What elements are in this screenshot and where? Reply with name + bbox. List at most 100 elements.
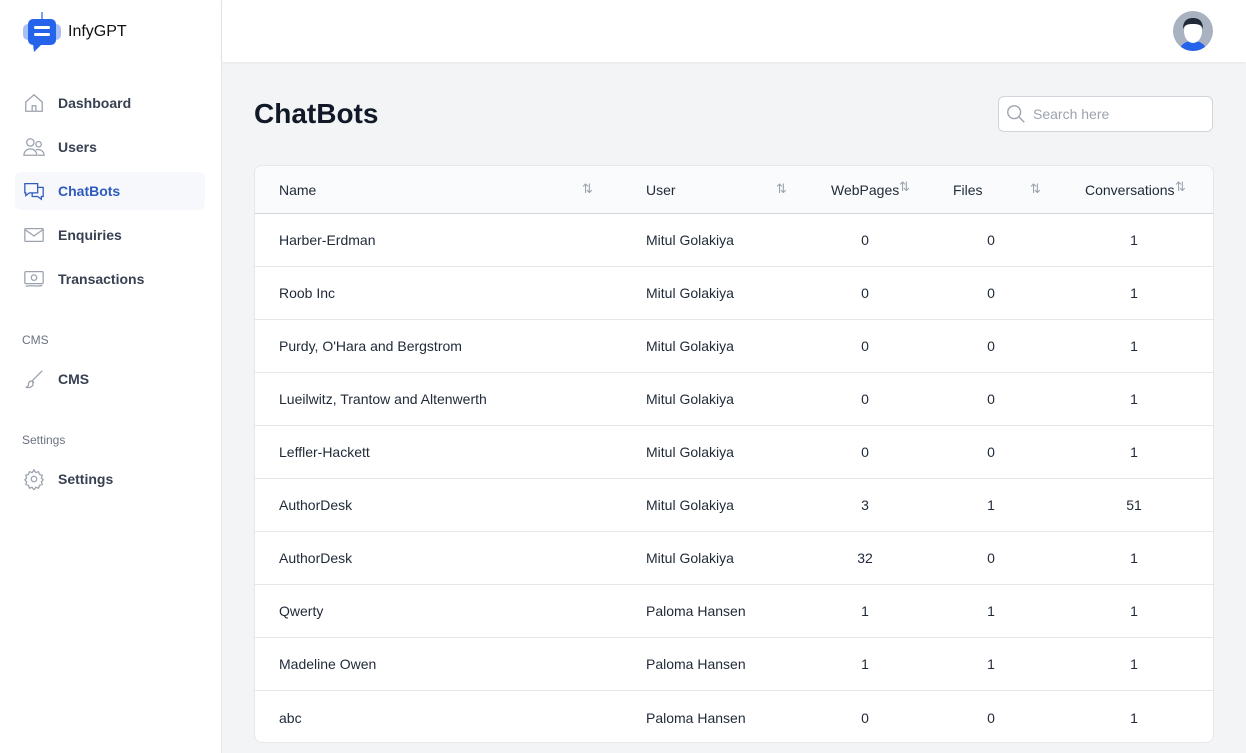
cell-webpages: 32	[857, 550, 873, 566]
cell-user: Paloma Hansen	[646, 603, 746, 619]
users-icon	[23, 138, 45, 156]
cell-webpages: 0	[861, 444, 869, 460]
cell-name: Harber-Erdman	[279, 232, 376, 248]
table-row[interactable]: Harber-Erdman Mitul Golakiya 0 0 1	[255, 214, 1213, 267]
header-user[interactable]: User	[646, 166, 676, 213]
home-icon	[25, 93, 43, 112]
cell-files: 0	[987, 444, 995, 460]
section-label-cms: CMS	[22, 333, 49, 347]
cell-files: 0	[987, 232, 995, 248]
cell-user: Mitul Golakiya	[646, 444, 734, 460]
sidebar-item-settings[interactable]: Settings	[15, 460, 205, 498]
cell-name: AuthorDesk	[279, 550, 353, 566]
brush-icon	[25, 370, 43, 389]
sidebar-item-label: ChatBots	[58, 183, 121, 199]
page-title: ChatBots	[254, 98, 379, 129]
table-row[interactable]: Lueilwitz, Trantow and Altenwerth Mitul G…	[255, 373, 1213, 426]
cell-conversations: 1	[1130, 444, 1138, 460]
cell-conversations: 1	[1130, 603, 1138, 619]
sidebar-item-transactions[interactable]: Transactions	[15, 260, 205, 298]
table-row[interactable]: AuthorDesk Mitul Golakiya 32 0 1	[255, 532, 1213, 585]
cell-files: 0	[987, 338, 995, 354]
table-row[interactable]: Madeline Owen Paloma Hansen 1 1 1	[255, 638, 1213, 691]
cell-files: 0	[987, 391, 995, 407]
table-row[interactable]: Qwerty Paloma Hansen 1 1 1	[255, 585, 1213, 638]
cell-user: Mitul Golakiya	[646, 338, 734, 354]
table-header: Name ⇅ User ⇅ WebPages ⇅ Files ⇅ Convers…	[255, 166, 1213, 214]
robot-logo-icon	[23, 12, 61, 52]
sort-icon[interactable]: ⇅	[582, 181, 593, 197]
cell-conversations: 51	[1126, 497, 1142, 513]
sidebar: InfyGPT Dashboard Users ChatBots Enquiri…	[0, 0, 222, 753]
sidebar-item-label: Transactions	[58, 271, 145, 287]
user-avatar-icon	[1179, 18, 1207, 51]
cell-user: Mitul Golakiya	[646, 550, 734, 566]
cell-files: 1	[987, 603, 995, 619]
search-icon	[1007, 105, 1025, 123]
cell-name: Qwerty	[279, 603, 324, 619]
cell-user: Mitul Golakiya	[646, 232, 734, 248]
cell-name: Lueilwitz, Trantow and Altenwerth	[279, 391, 487, 407]
cell-name: Purdy, O'Hara and Bergstrom	[279, 338, 462, 354]
cell-conversations: 1	[1130, 232, 1138, 248]
sort-icon[interactable]: ⇅	[1175, 179, 1186, 195]
cell-conversations: 1	[1130, 338, 1138, 354]
sidebar-item-label: Dashboard	[58, 95, 132, 111]
search-input[interactable]	[1033, 106, 1203, 122]
cell-webpages: 0	[861, 391, 869, 407]
money-icon	[24, 271, 44, 287]
table-row[interactable]: Roob Inc Mitul Golakiya 0 0 1	[255, 267, 1213, 320]
section-label-settings: Settings	[22, 433, 66, 447]
cell-user: Paloma Hansen	[646, 709, 746, 726]
cell-files: 1	[987, 656, 995, 672]
table-row[interactable]: abc Paloma Hansen 0 0 1	[255, 691, 1213, 742]
chatbots-table: Name ⇅ User ⇅ WebPages ⇅ Files ⇅ Convers…	[254, 165, 1214, 743]
app-title: InfyGPT	[68, 23, 127, 40]
cell-name: AuthorDesk	[279, 497, 353, 513]
cell-conversations: 1	[1130, 285, 1138, 301]
cell-name: Roob Inc	[279, 285, 336, 301]
cell-conversations: 1	[1130, 550, 1138, 566]
sort-icon[interactable]: ⇅	[1030, 181, 1041, 197]
cell-webpages: 0	[861, 338, 869, 354]
cell-files: 0	[987, 285, 995, 301]
table-row[interactable]: AuthorDesk Mitul Golakiya 3 1 51	[255, 479, 1213, 532]
cell-webpages: 1	[861, 656, 869, 672]
cell-webpages: 0	[861, 232, 869, 248]
cell-webpages: 3	[861, 497, 869, 513]
cell-webpages: 0	[861, 709, 869, 726]
cell-user: Paloma Hansen	[646, 656, 746, 672]
header-webpages[interactable]: WebPages	[831, 166, 899, 213]
sidebar-item-label: Settings	[58, 471, 114, 487]
sidebar-item-cms[interactable]: CMS	[15, 360, 205, 398]
cell-name: Leffler-Hackett	[279, 444, 370, 460]
sidebar-item-label: CMS	[58, 371, 90, 387]
sort-icon[interactable]: ⇅	[899, 179, 910, 195]
gear-icon	[23, 468, 45, 490]
cell-conversations: 1	[1130, 391, 1138, 407]
sidebar-item-users[interactable]: Users	[15, 128, 205, 166]
table-row[interactable]: Purdy, O'Hara and Bergstrom Mitul Golakiy…	[255, 320, 1213, 373]
sort-icon[interactable]: ⇅	[776, 181, 787, 197]
sidebar-item-enquiries[interactable]: Enquiries	[15, 216, 205, 254]
cell-files: 0	[987, 550, 995, 566]
cell-conversations: 1	[1130, 656, 1138, 672]
cell-name: Madeline Owen	[279, 656, 377, 672]
table-row[interactable]: Leffler-Hackett Mitul Golakiya 0 0 1	[255, 426, 1213, 479]
cell-webpages: 0	[861, 285, 869, 301]
avatar[interactable]	[1173, 11, 1213, 51]
cell-files: 0	[987, 709, 995, 726]
header-conversations[interactable]: Conversations	[1085, 166, 1175, 213]
logo[interactable]: InfyGPT	[22, 12, 127, 52]
sidebar-item-label: Enquiries	[58, 227, 122, 243]
sidebar-item-label: Users	[58, 139, 97, 155]
header-name[interactable]: Name	[279, 166, 316, 213]
cell-webpages: 1	[861, 603, 869, 619]
mail-icon	[24, 227, 44, 243]
cell-name: abc	[279, 709, 302, 726]
header-files[interactable]: Files	[953, 166, 983, 213]
top-bar	[222, 0, 1246, 62]
sidebar-item-dashboard[interactable]: Dashboard	[15, 84, 205, 122]
sidebar-item-chatbots[interactable]: ChatBots	[15, 172, 205, 210]
search-box[interactable]	[998, 96, 1213, 132]
